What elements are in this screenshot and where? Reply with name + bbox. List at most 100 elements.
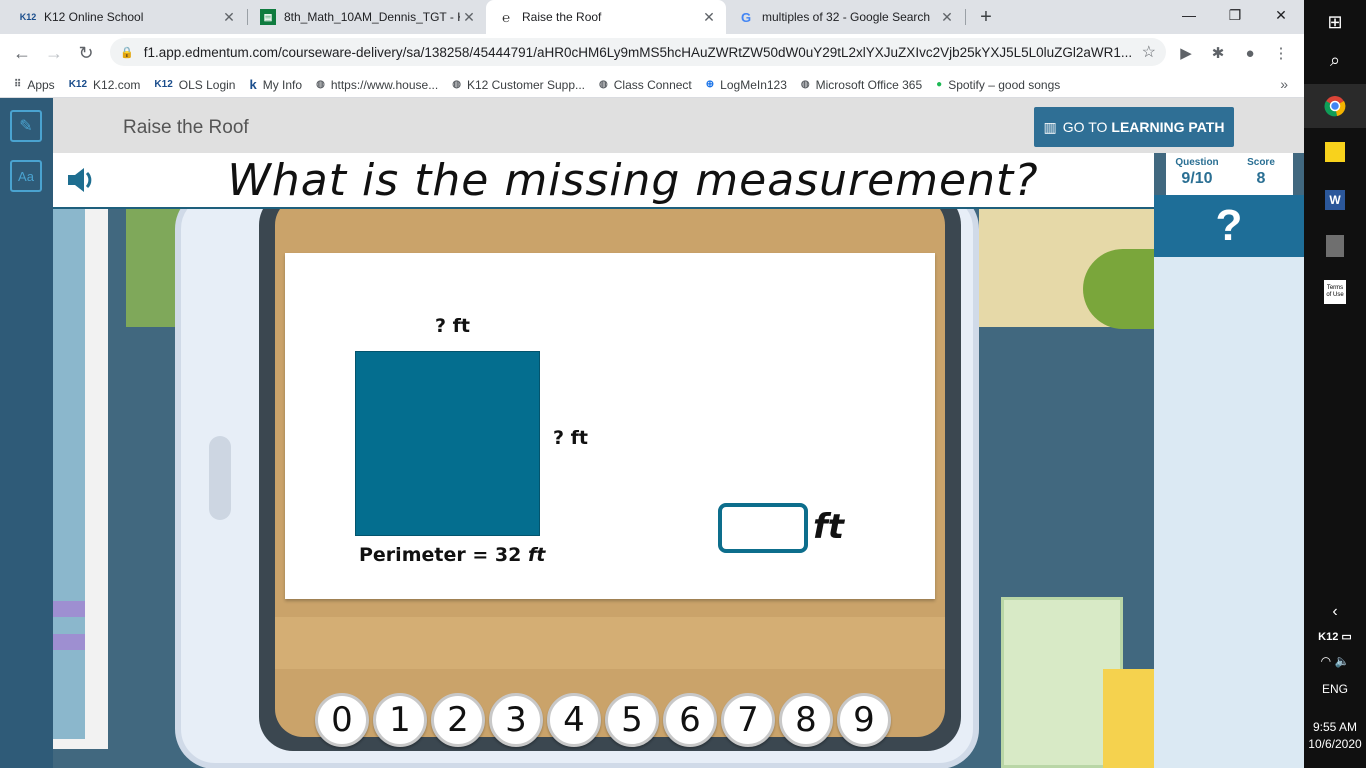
close-icon[interactable]: ✕ [220,8,238,26]
network-volume-icons[interactable]: ◠ 🔈 [1304,654,1366,668]
bookmark-office365[interactable]: ◍ Microsoft Office 365 [801,78,922,92]
bookmark-label: K12 Customer Supp... [466,77,585,92]
bookmark-class-connect[interactable]: ◍ Class Connect [599,78,692,92]
tab-k12-online-school[interactable]: K12 K12 Online School ✕ [8,0,246,34]
bookmark-my-info[interactable]: k My Info [249,77,302,92]
help-button[interactable]: ? [1154,195,1304,257]
new-tab-button[interactable]: + [974,5,998,29]
bookmark-logmein[interactable]: ⊕ LogMeIn123 [706,78,787,92]
language-indicator[interactable]: ENG [1304,682,1366,696]
crayon-box [1103,669,1154,768]
background-book [53,634,85,650]
lesson-title: Raise the Roof [123,117,249,138]
browser-tab-strip: K12 K12 Online School ✕ ▤ 8th_Math_10AM_… [0,0,1304,34]
terms-of-use-icon[interactable]: Terms of Use [1304,270,1366,314]
question-bar: What is the missing measurement? [53,153,1154,209]
square-shape [355,351,540,536]
key-7[interactable]: 7 [721,693,775,747]
clock-time[interactable]: 9:55 AM [1304,720,1366,734]
k12-favicon-icon: K12 [19,12,37,22]
chrome-icon[interactable] [1304,84,1366,128]
google-favicon-icon: G [740,9,752,25]
top-side-label-text: ? ft [435,315,470,337]
key-4[interactable]: 4 [547,693,601,747]
bookmark-house[interactable]: ◍ https://www.house... [316,78,438,92]
minimize-button[interactable]: — [1166,0,1212,30]
battery-icon: ▭ [1341,631,1352,643]
close-icon[interactable]: ✕ [938,8,956,26]
lesson-app: ✎ Aa Raise the Roof ▥ GO TO LEARNING PAT… [0,98,1304,768]
close-icon[interactable]: ✕ [460,8,478,26]
answer-unit: ft [813,507,845,547]
bookmarks-overflow-icon[interactable]: » [1280,76,1288,92]
url-text: f1.app.edmentum.com/courseware-delivery/… [143,44,1132,60]
key-5[interactable]: 5 [605,693,659,747]
window-close-button[interactable]: ✕ [1258,0,1304,30]
learning-path-prefix: GO TO [1062,119,1108,135]
glossary-icon[interactable]: Aa [10,160,42,192]
key-3[interactable]: 3 [489,693,543,747]
tab-math-sheet[interactable]: ▤ 8th_Math_10AM_Dennis_TGT - K ✕ [248,0,486,34]
key-0[interactable]: 0 [315,693,369,747]
back-arrow-icon[interactable]: ← [8,39,36,67]
tab-title: K12 Online School [44,10,144,24]
right-side-label-text: ? ft [553,427,588,449]
question-counter: Question 9/10 [1166,157,1228,188]
notes-edit-icon[interactable]: ✎ [10,110,42,142]
screen: K12 K12 Online School ✕ ▤ 8th_Math_10AM_… [0,0,1366,768]
close-icon[interactable]: ✕ [700,8,718,26]
profile-icon[interactable]: ● [1239,42,1261,64]
k12-icon: K12 [154,79,173,90]
bookmark-k12com[interactable]: K12 K12.com [69,78,141,92]
tray-k12-label[interactable]: K12 ▭ [1304,630,1366,643]
volume-icon: 🔈 [1334,654,1350,668]
calculator-icon[interactable] [1304,224,1366,268]
media-extension-icon[interactable]: ▶ [1175,42,1197,64]
menu-kebab-icon[interactable]: ⋮ [1270,42,1292,64]
sticky-notes-icon[interactable] [1304,130,1366,174]
terms-of-use-label: Terms of Use [1324,280,1346,304]
tab-raise-the-roof[interactable]: ℮ Raise the Roof ✕ [486,0,726,34]
tab-title: 8th_Math_10AM_Dennis_TGT - K [284,10,460,24]
tab-title: Raise the Roof [522,10,602,24]
extensions-puzzle-icon[interactable]: ✱ [1207,42,1229,64]
top-side-label: ? ft [435,315,470,337]
score-box: Question 9/10 Score 8 [1166,153,1293,195]
key-9[interactable]: 9 [837,693,891,747]
key-8[interactable]: 8 [779,693,833,747]
question-counter-value: 9/10 [1181,170,1213,187]
lock-icon: 🔒 [120,46,134,59]
browser-toolbar: ← → ↻ 🔒 f1.app.edmentum.com/courseware-d… [0,34,1304,72]
key-2[interactable]: 2 [431,693,485,747]
sheets-favicon-icon: ▤ [260,9,276,25]
question-text: What is the missing measurement? [227,155,1039,206]
learning-path-button[interactable]: ▥ GO TO LEARNING PATH [1034,107,1234,147]
apps-grid-icon: ⠿ [14,79,22,90]
perimeter-unit: ft [527,544,546,566]
search-icon[interactable]: ⌕ [1304,38,1366,82]
background-book [53,601,85,617]
bookmark-customer-support[interactable]: ◍ K12 Customer Supp... [452,78,585,92]
answer-input[interactable] [718,503,808,553]
restore-button[interactable]: ❐ [1212,0,1258,30]
reload-icon[interactable]: ↻ [72,39,100,67]
side-panel [1154,257,1304,768]
forward-arrow-icon[interactable]: → [40,39,68,67]
tab-google-search[interactable]: G multiples of 32 - Google Search ✕ [726,0,964,34]
key-6[interactable]: 6 [663,693,717,747]
background-plant [1083,249,1154,329]
k12-icon: K12 [68,79,88,90]
lesson-header: Raise the Roof ▥ GO TO LEARNING PATH [53,98,1304,153]
word-icon[interactable]: W [1304,178,1366,222]
bookmark-star-icon[interactable]: ☆ [1142,42,1156,62]
globe-icon: ◍ [452,79,461,90]
bookmark-ols-login[interactable]: K12 OLS Login [154,78,235,92]
score-label: Score [1247,157,1275,168]
key-1[interactable]: 1 [373,693,427,747]
chevron-left-icon[interactable]: ‹ [1304,590,1366,634]
bookmark-spotify[interactable]: ● Spotify – good songs [936,78,1060,92]
bookmark-apps[interactable]: ⠿ Apps [14,78,55,92]
address-bar[interactable]: 🔒 f1.app.edmentum.com/courseware-deliver… [110,38,1166,66]
clock-date[interactable]: 10/6/2020 [1304,737,1366,751]
bookmark-label: Class Connect [613,77,692,92]
